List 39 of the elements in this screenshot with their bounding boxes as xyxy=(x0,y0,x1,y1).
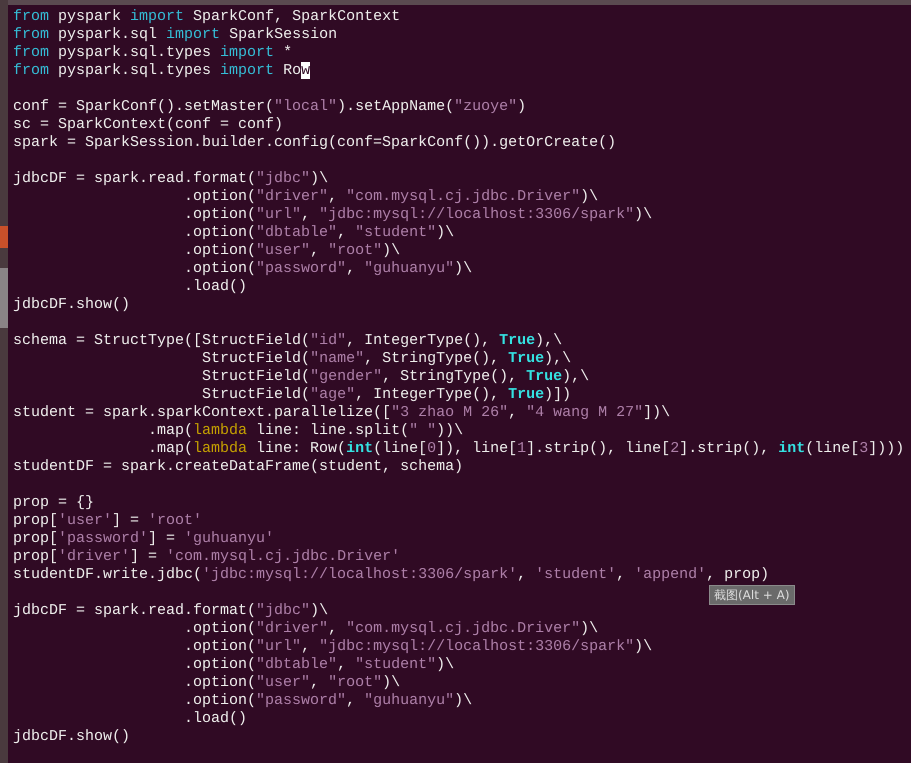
code-line: prop['user'] = 'root' xyxy=(13,512,202,530)
tooltip: 截图(Alt + A) xyxy=(709,585,795,605)
code-line: schema = StructType([StructField("id", IntegerType(), True),\ xyxy=(13,332,562,350)
code-line: StructField("gender", StringType(), True),\ xyxy=(201,368,590,386)
code-line: from pyspark.sql.types import Row xyxy=(13,62,310,80)
code-line: .option("url", "jdbc:mysql://localhost:3306/spark")\ xyxy=(183,638,652,656)
code-line: jdbcDF.show() xyxy=(13,296,130,314)
code-line: .option("driver", "com.mysql.cj.jdbc.Driver")\ xyxy=(183,620,598,638)
code-line: .option("dbtable", "student")\ xyxy=(183,224,454,242)
code-line: prop['driver'] = 'com.mysql.cj.jdbc.Driver' xyxy=(13,548,400,566)
code-line: .load() xyxy=(183,710,248,728)
code-line: .option("user", "root")\ xyxy=(183,674,400,692)
code-line: from pyspark.sql.types import * xyxy=(13,44,292,62)
code-line: spark = SparkSession.builder.config(conf=SparkConf()).getOrCreate() xyxy=(13,134,616,152)
code-line: .map(lambda line: line.split(" "))\ xyxy=(147,422,464,440)
code-line: prop['password'] = 'guhuanyu' xyxy=(13,530,274,548)
code-line: .option("password", "guhuanyu")\ xyxy=(183,692,472,710)
code-line: prop = {} xyxy=(13,494,94,512)
code-line: conf = SparkConf().setMaster("local").setAppName("zuoye") xyxy=(13,98,526,116)
code-line: jdbcDF = spark.read.format("jdbc")\ xyxy=(13,170,328,188)
code-line: student = spark.sparkContext.parallelize(["3 zhao M 26", "4 wang M 27"])\ xyxy=(13,404,670,422)
code-line: .option("url", "jdbc:mysql://localhost:3306/spark")\ xyxy=(183,206,652,224)
launcher-item xyxy=(0,268,8,328)
code-line: .option("driver", "com.mysql.cj.jdbc.Driver")\ xyxy=(183,188,598,206)
code-line: studentDF = spark.createDataFrame(student, schema) xyxy=(13,458,464,476)
code-line: from pyspark.sql import SparkSession xyxy=(13,26,338,44)
code-line: studentDF.write.jdbc('jdbc:mysql://localhost:3306/spark', 'student', 'append', prop) xyxy=(13,566,770,584)
code-line: jdbcDF.show() xyxy=(13,728,130,746)
code-line: sc = SparkContext(conf = conf) xyxy=(13,116,284,134)
code-line: .option("password", "guhuanyu")\ xyxy=(183,260,472,278)
code-line: StructField("age", IntegerType(), True)]) xyxy=(201,386,572,404)
code-line: jdbcDF = spark.read.format("jdbc")\ xyxy=(13,602,328,620)
code-line: .option("dbtable", "student")\ xyxy=(183,656,454,674)
code-line: StructField("name", StringType(), True),\ xyxy=(201,350,572,368)
code-line: from pyspark import SparkConf, SparkContext xyxy=(13,8,400,26)
code-line: .option("user", "root")\ xyxy=(183,242,400,260)
code-line: .load() xyxy=(183,278,248,296)
launcher-item xyxy=(0,226,8,248)
code-line: .map(lambda line: Row(int(line[0]), line[1].strip(), line[2].strip(), int(line[3]))) xyxy=(147,440,904,458)
